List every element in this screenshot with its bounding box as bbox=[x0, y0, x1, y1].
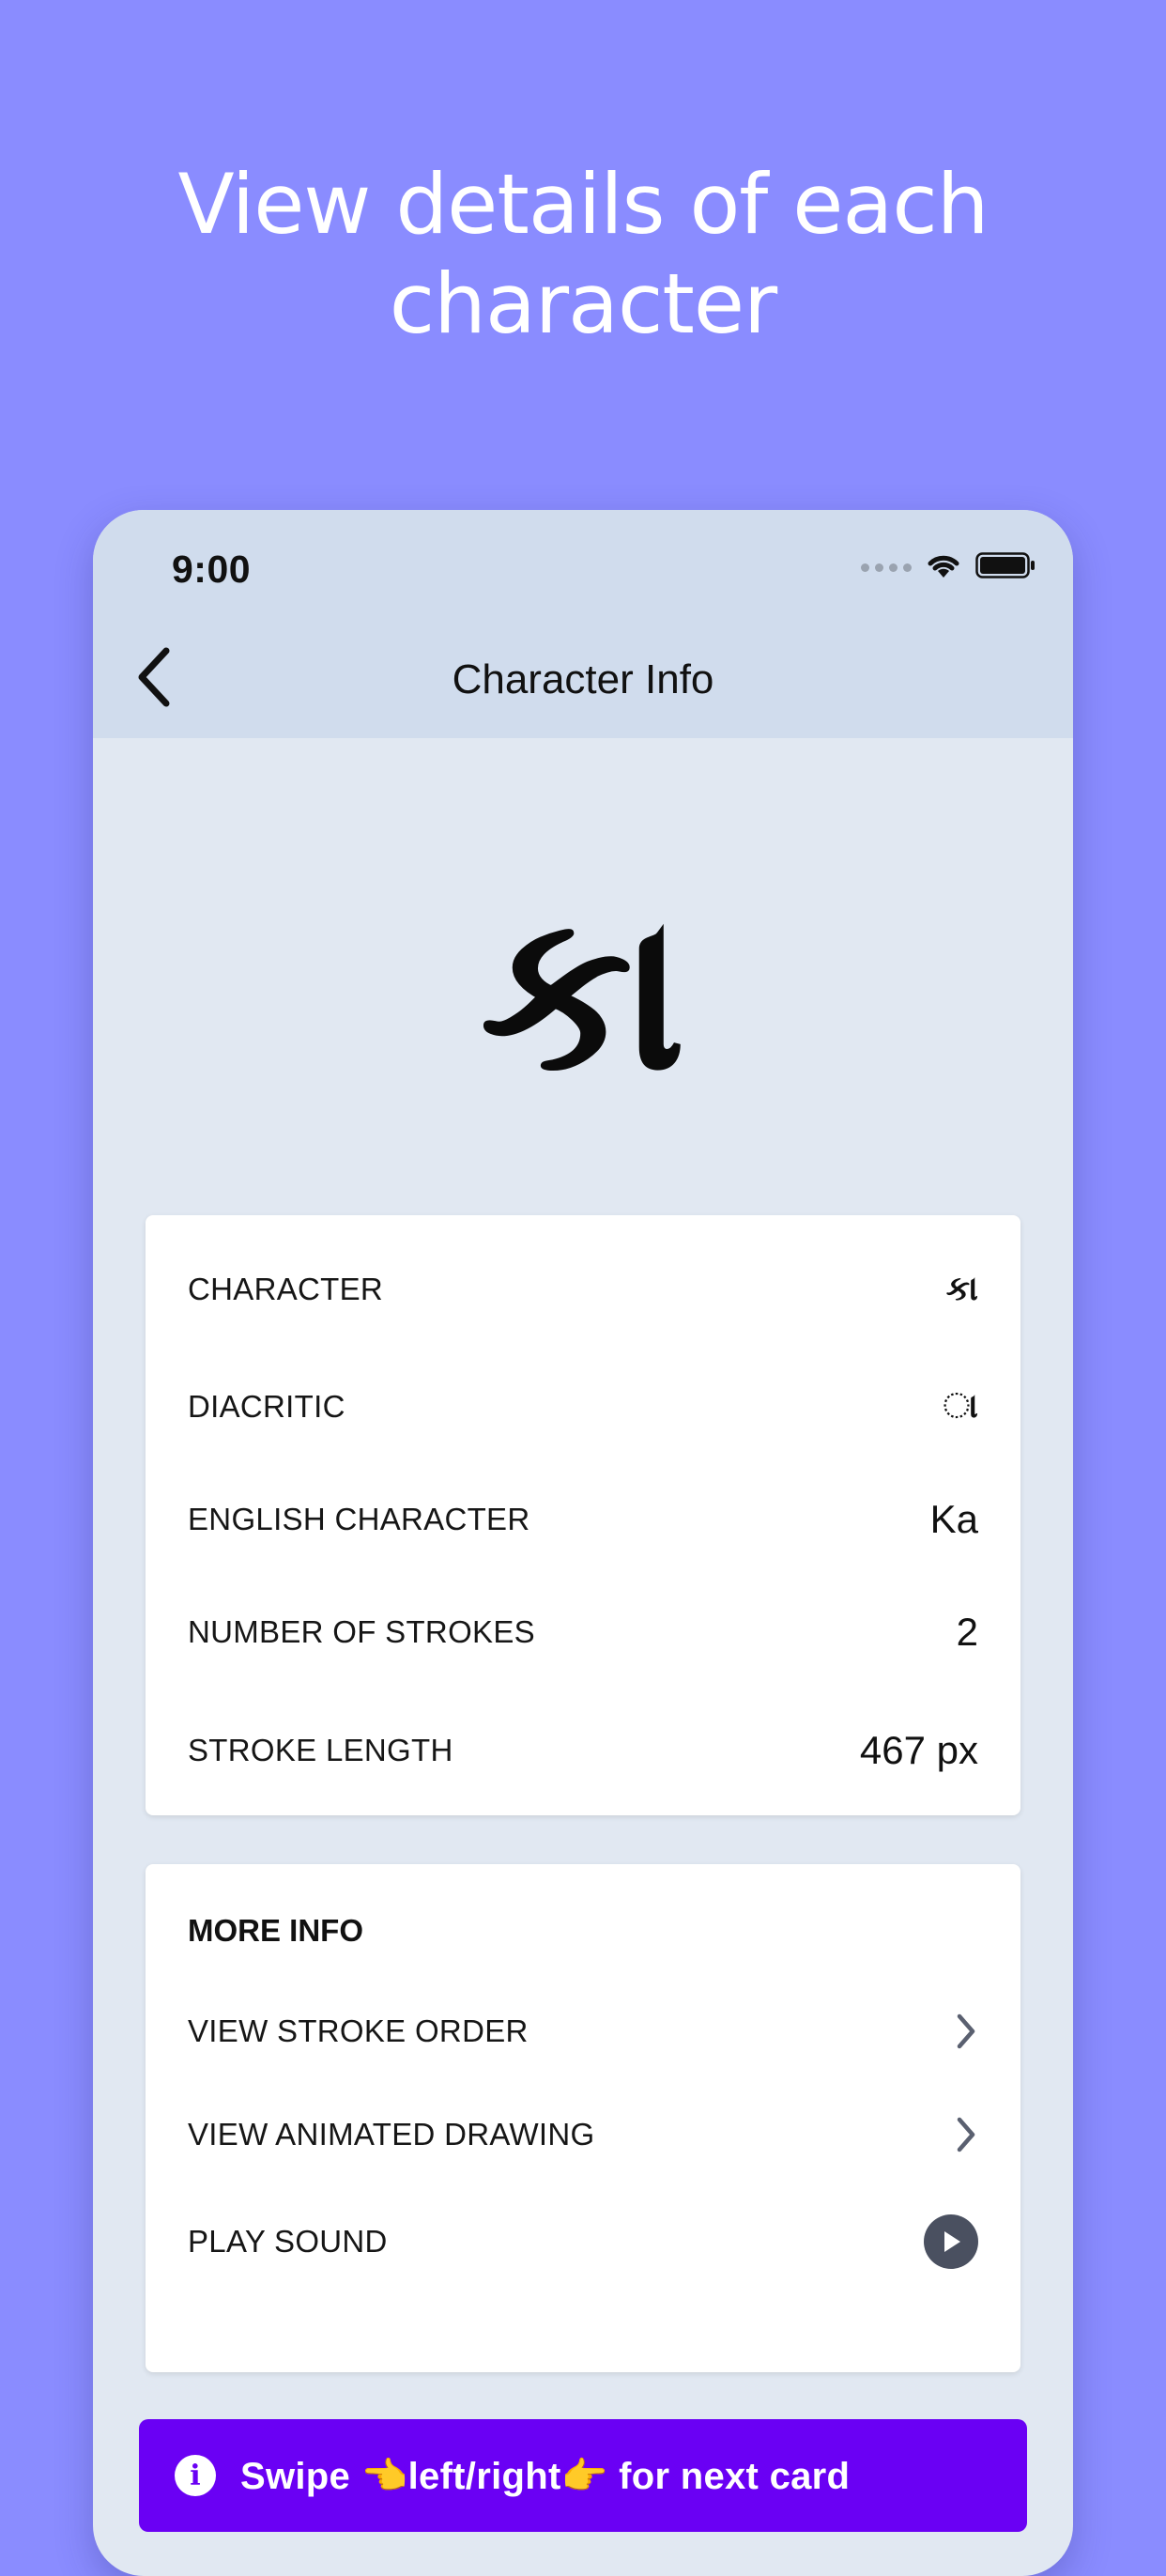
detail-label: NUMBER OF STROKES bbox=[188, 1614, 535, 1649]
page-title: Character Info bbox=[452, 656, 714, 702]
detail-value: ◌ા bbox=[943, 1387, 978, 1426]
more-info-heading-row: MORE INFO bbox=[188, 1913, 978, 1949]
promo-title: View details of each character bbox=[0, 155, 1166, 354]
details-card: CHARACTER કા DIACRITIC ◌ા ENGLISH CHARAC… bbox=[146, 1215, 1020, 1815]
detail-label: DIACRITIC bbox=[188, 1389, 345, 1424]
detail-value: 2 bbox=[956, 1610, 978, 1654]
promo-title-line1: View details of each bbox=[177, 156, 990, 253]
detail-label: ENGLISH CHARACTER bbox=[188, 1502, 530, 1536]
detail-row-number-of-strokes: NUMBER OF STROKES 2 bbox=[188, 1610, 978, 1655]
detail-value: 467 px bbox=[859, 1728, 978, 1772]
detail-row-diacritic: DIACRITIC ◌ા bbox=[188, 1387, 978, 1427]
chevron-right-icon bbox=[954, 2013, 978, 2050]
view-stroke-order-item[interactable]: VIEW STROKE ORDER bbox=[188, 2013, 978, 2050]
detail-row-english-character: ENGLISH CHARACTER Ka bbox=[188, 1497, 978, 1542]
swipe-hint-text: Swipe 👈left/right👉 for next card bbox=[240, 2455, 851, 2497]
detail-row-character: CHARACTER કા bbox=[188, 1270, 978, 1309]
battery-icon bbox=[975, 551, 1036, 584]
character-glyph: કા bbox=[480, 868, 686, 1118]
wifi-icon bbox=[925, 551, 962, 584]
swipe-hint-banner: i Swipe 👈left/right👉 for next card bbox=[139, 2419, 1027, 2532]
chevron-right-icon bbox=[954, 2116, 978, 2153]
promo-title-line2: character bbox=[389, 255, 777, 352]
menu-item-label: VIEW ANIMATED DRAWING bbox=[188, 2117, 595, 2152]
phone-screen: 9:00 Character Info કા CHARACTER કા DIAC… bbox=[93, 510, 1073, 2576]
status-time: 9:00 bbox=[172, 548, 252, 591]
more-info-heading: MORE INFO bbox=[188, 1913, 363, 1948]
menu-item-label: PLAY SOUND bbox=[188, 2224, 388, 2259]
status-icons bbox=[861, 551, 1036, 584]
info-icon: i bbox=[175, 2455, 216, 2496]
view-animated-drawing-item[interactable]: VIEW ANIMATED DRAWING bbox=[188, 2116, 978, 2153]
detail-row-stroke-length: STROKE LENGTH 467 px bbox=[188, 1728, 978, 1773]
detail-value: કા bbox=[945, 1270, 978, 1308]
detail-label: STROKE LENGTH bbox=[188, 1733, 453, 1767]
navigation-bar bbox=[93, 510, 1073, 738]
detail-label: CHARACTER bbox=[188, 1272, 384, 1306]
play-sound-item[interactable]: PLAY SOUND bbox=[188, 2214, 978, 2269]
signal-icon bbox=[861, 563, 912, 572]
menu-item-label: VIEW STROKE ORDER bbox=[188, 2013, 529, 2048]
play-icon[interactable] bbox=[924, 2214, 978, 2269]
detail-value: Ka bbox=[929, 1497, 978, 1541]
more-info-card: MORE INFO VIEW STROKE ORDER VIEW ANIMATE… bbox=[146, 1864, 1020, 2372]
